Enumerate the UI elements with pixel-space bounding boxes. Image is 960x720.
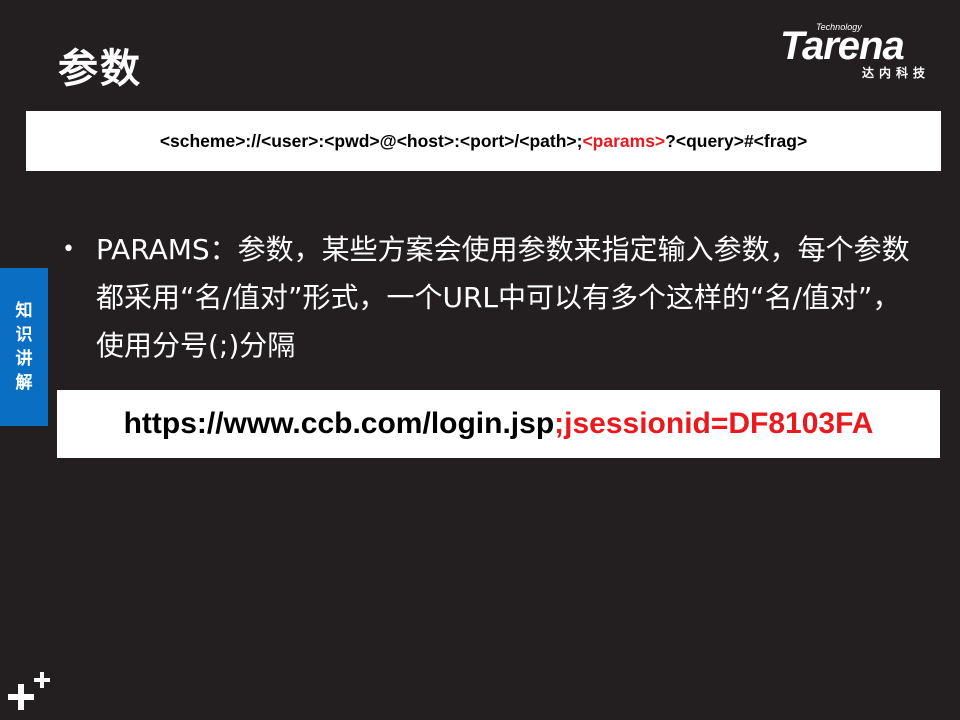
logo-chinese: 达内科技 — [862, 66, 931, 80]
tarena-logo: Technology Tarena 达内科技 — [778, 22, 948, 84]
logo-wordmark: Tarena — [780, 24, 905, 68]
uri-template-before: <scheme>://<user>:<pwd>@<host>:<port>/<p… — [159, 130, 583, 151]
bullet-point: • PARAMS：参数，某些方案会使用参数来指定输入参数，每个参数都采用“名/值… — [62, 226, 912, 370]
example-url-box: https://www.ccb.com/login.jsp ;jsessionid… — [57, 390, 940, 458]
uri-template-box: <scheme>://<user>:<pwd>@<host>:<port>/<p… — [26, 111, 941, 171]
bullet-text: PARAMS：参数，某些方案会使用参数来指定输入参数，每个参数都采用“名/值对”… — [96, 233, 910, 362]
slide: 参数 Technology Tarena 达内科技 <scheme>://<us… — [0, 0, 960, 720]
example-url-params: ;jsessionid=DF8103FA — [554, 407, 874, 440]
uri-template-params: <params> — [582, 130, 666, 151]
bullet-marker: • — [62, 237, 75, 262]
knowledge-tab-label: 知识讲解 — [15, 301, 33, 393]
uri-template-after: ?<query>#<frag> — [665, 130, 808, 151]
knowledge-tab: 知识讲解 — [0, 268, 48, 426]
example-url-base: https://www.ccb.com/login.jsp — [123, 407, 555, 440]
plus-decoration-icon — [8, 672, 50, 710]
slide-title: 参数 — [58, 46, 142, 92]
